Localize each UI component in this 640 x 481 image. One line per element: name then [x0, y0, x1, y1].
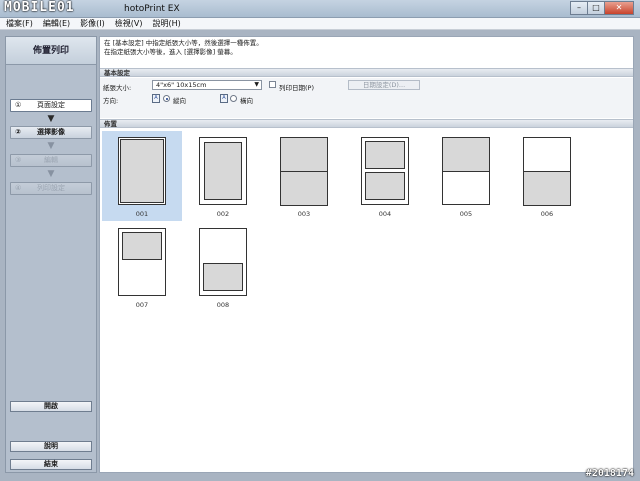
- layout-001[interactable]: 001: [102, 131, 182, 221]
- arrow-down-icon: ▼: [47, 141, 55, 151]
- window-controls: – □ ✕: [570, 1, 634, 15]
- layout-header: 佈置: [100, 119, 633, 128]
- paper-preview: [280, 137, 328, 206]
- watermark: #2018174: [585, 468, 634, 479]
- step-page-setup[interactable]: ① 頁面設定: [10, 99, 92, 112]
- photo-slot: [365, 141, 405, 169]
- menu-image[interactable]: 影像(I): [80, 18, 105, 29]
- paper-preview: [118, 228, 166, 296]
- portrait-radio[interactable]: [163, 95, 170, 102]
- maximize-button[interactable]: □: [587, 1, 605, 15]
- instructions: 在 [基本設定] 中指定紙張大小等，然後選擇一種佈置。 在指定紙張大小等後，進入…: [104, 39, 263, 57]
- paper-preview: [361, 137, 409, 205]
- layout-004[interactable]: 004: [345, 131, 425, 221]
- layout-003[interactable]: 003: [264, 131, 344, 221]
- sidebar-title: 佈置列印: [6, 37, 96, 65]
- portrait-icon: A: [152, 94, 160, 103]
- layout-008[interactable]: 008: [183, 222, 263, 312]
- photo-slot: [122, 232, 162, 260]
- date-settings-button: 日期設定(D)...: [348, 80, 420, 90]
- help-button[interactable]: 說明: [10, 441, 92, 452]
- minimize-button[interactable]: –: [570, 1, 588, 15]
- step-print-settings: ④ 列印設定: [10, 182, 92, 195]
- sidebar: 佈置列印 ① 頁面設定 ▼ ② 選擇影像 ▼ ③ 編輯 ▼ ④ 列印設定 開啟 …: [5, 36, 97, 473]
- layout-label: 005: [459, 210, 473, 218]
- menu-file[interactable]: 檔案(F): [6, 18, 33, 29]
- title-bar: MOBILE01 hotoPrint EX – □ ✕: [0, 0, 640, 18]
- step-label: 列印設定: [37, 184, 65, 192]
- menu-help[interactable]: 說明(H): [152, 18, 180, 29]
- paper-preview: [523, 137, 571, 206]
- instruction-line: 在指定紙張大小等後，進入 [選擇影像] 螢幕。: [104, 48, 237, 56]
- step-label: 頁面設定: [37, 101, 65, 109]
- photo-slot: [365, 172, 405, 200]
- layout-label: 001: [135, 210, 149, 218]
- landscape-radio[interactable]: [230, 95, 237, 102]
- paper-preview: [199, 228, 247, 296]
- paper-preview: [442, 137, 490, 205]
- layout-label: 003: [297, 210, 311, 218]
- print-date-label: 列印日期(P): [279, 84, 314, 92]
- basic-settings-panel: 紙張大小: 4"x6" 10x15cm ▼ 列印日期(P) 日期設定(D)...…: [100, 78, 633, 118]
- layout-006[interactable]: 006: [507, 131, 587, 221]
- close-button[interactable]: ✕: [604, 1, 634, 15]
- exit-button[interactable]: 結束: [10, 459, 92, 470]
- menu-bar: 檔案(F) 編輯(E) 影像(I) 檢視(V) 說明(H): [0, 18, 640, 30]
- photo-slot: [120, 139, 164, 203]
- orientation-label: 方向:: [103, 97, 119, 105]
- print-date-checkbox[interactable]: [269, 81, 276, 88]
- arrow-down-icon: ▼: [47, 114, 55, 124]
- layout-label: 004: [378, 210, 392, 218]
- photo-slot: [203, 263, 243, 291]
- chevron-down-icon: ▼: [254, 81, 259, 88]
- instruction-line: 在 [基本設定] 中指定紙張大小等，然後選擇一種佈置。: [104, 39, 263, 47]
- photo-slot: [204, 142, 242, 200]
- layout-label: 008: [216, 301, 230, 309]
- step-edit: ③ 編輯: [10, 154, 92, 167]
- mobile01-logo: MOBILE01: [4, 0, 75, 15]
- paper-size-label: 紙張大小:: [103, 84, 132, 92]
- layout-label: 002: [216, 210, 230, 218]
- main-panel: 在 [基本設定] 中指定紙張大小等，然後選擇一種佈置。 在指定紙張大小等後，進入…: [99, 36, 634, 473]
- basic-settings-header: 基本設定: [100, 68, 633, 77]
- open-button[interactable]: 開啟: [10, 401, 92, 412]
- layout-005[interactable]: 005: [426, 131, 506, 221]
- arrow-down-icon: ▼: [47, 169, 55, 179]
- menu-view[interactable]: 檢視(V): [115, 18, 143, 29]
- portrait-label: 縱向: [173, 97, 186, 105]
- layout-002[interactable]: 002: [183, 131, 263, 221]
- paper-size-value: 4"x6" 10x15cm: [156, 81, 207, 89]
- menu-edit[interactable]: 編輯(E): [43, 18, 70, 29]
- paper-preview: [199, 137, 247, 205]
- step-label: 編輯: [44, 156, 58, 164]
- photo-slot: [280, 137, 328, 172]
- layout-label: 007: [135, 301, 149, 309]
- paper-preview: [118, 137, 166, 205]
- layout-label: 006: [540, 210, 554, 218]
- step-label: 選擇影像: [37, 128, 65, 136]
- layout-007[interactable]: 007: [102, 222, 182, 312]
- layout-grid: 001 002 003 004 005 006 007 008: [100, 129, 633, 471]
- photo-slot: [523, 171, 571, 206]
- paper-size-select[interactable]: 4"x6" 10x15cm ▼: [152, 80, 262, 90]
- landscape-label: 橫向: [240, 97, 253, 105]
- window-title: hotoPrint EX: [124, 4, 180, 14]
- step-select-images[interactable]: ② 選擇影像: [10, 126, 92, 139]
- photo-slot: [280, 171, 328, 206]
- landscape-icon: A: [220, 94, 228, 103]
- photo-slot: [442, 137, 490, 172]
